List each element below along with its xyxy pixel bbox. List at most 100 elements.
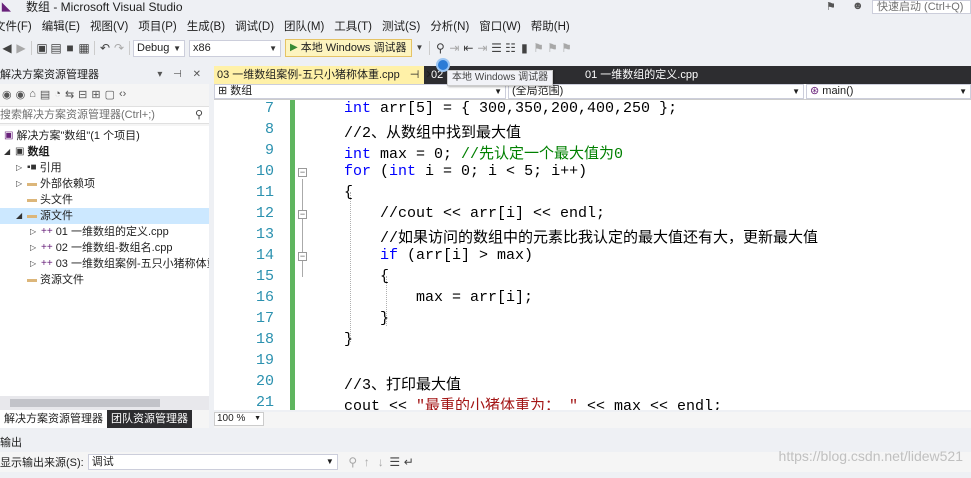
expanded-arrow-icon[interactable]: ◢ <box>4 144 12 160</box>
collapse-icon[interactable]: − <box>298 252 307 261</box>
menu-analyze[interactable]: 分析(N) <box>430 18 479 34</box>
back-icon[interactable]: ◀ <box>0 39 14 57</box>
output-source-select[interactable]: 调试 ▼ <box>87 454 338 470</box>
quick-launch-input[interactable]: 快速启动 (Ctrl+Q) <box>872 0 971 14</box>
properties-icon[interactable]: ⊞ <box>91 88 100 101</box>
menu-build[interactable]: 生成(B) <box>187 18 235 34</box>
search-icon[interactable]: ⚲ <box>195 107 203 123</box>
panel-buttons[interactable]: ▾ ⊣ ✕ <box>157 66 205 84</box>
chevron-down-icon: ▼ <box>325 457 334 466</box>
save-all-icon[interactable]: ▦ <box>77 39 91 57</box>
tree-item-resource-files[interactable]: ▬ 资源文件 <box>27 272 84 288</box>
tab-solution-explorer[interactable]: 解决方案资源管理器 <box>0 410 107 428</box>
notification-flag-icon[interactable]: ⚑ <box>826 0 836 13</box>
tree-item-file-01[interactable]: ▷ ++ 01 一维数组的定义.cpp <box>30 224 169 240</box>
pin-icon[interactable]: ⊣ <box>410 69 420 81</box>
prev-bookmark-icon[interactable]: ⚑ <box>531 39 545 57</box>
menu-tools[interactable]: 工具(T) <box>334 18 382 34</box>
collapsed-arrow-icon[interactable]: ▷ <box>30 224 38 240</box>
code-area[interactable]: − − − 7 int arr[5] = { 300,350,200,400,2… <box>214 100 971 410</box>
tree-item-external-deps[interactable]: ▷ ▬ 外部依赖项 <box>16 176 95 192</box>
word-wrap-icon[interactable]: ↵ <box>402 453 416 471</box>
tree-item-solution[interactable]: ▣ 解决方案"数组"(1 个项目) <box>4 128 140 144</box>
menu-test[interactable]: 测试(S) <box>382 18 430 34</box>
menu-window[interactable]: 窗口(W) <box>479 18 531 34</box>
menu-help[interactable]: 帮助(H) <box>531 18 580 34</box>
solution-search-input[interactable]: 搜索解决方案资源管理器(Ctrl+;) ⚲ <box>0 106 209 124</box>
pending-changes-icon[interactable]: ◔ <box>54 88 61 100</box>
show-all-icon[interactable]: ▢ <box>105 88 115 101</box>
chevron-down-icon: ▼ <box>959 87 967 96</box>
next-message-icon[interactable]: ↓ <box>374 453 388 471</box>
forward-icon[interactable]: ▶ <box>14 39 28 57</box>
home-icon[interactable]: ⌂ <box>29 88 36 100</box>
indent-icon[interactable]: ⇤ <box>461 39 475 57</box>
new-project-icon[interactable]: ▣ <box>35 39 49 57</box>
tree-item-file-03[interactable]: ▷ ++ 03 一维数组案例-五只小猪称体重 <box>30 256 218 272</box>
code-line-11: { <box>344 184 354 201</box>
account-icon[interactable]: ☻ <box>852 0 864 12</box>
save-icon[interactable]: ■ <box>63 39 77 57</box>
tree-item-references[interactable]: ▷ ▪■ 引用 <box>16 160 62 176</box>
references-icon: ▪■ <box>27 162 37 173</box>
menu-edit[interactable]: 编辑(E) <box>42 18 90 34</box>
code-line-12: //cout << arr[i] << endl; <box>380 205 606 222</box>
tab-file-03[interactable]: 03 一维数组案例-五只小猪称体重.cpp ⊣ ✕ <box>214 66 435 84</box>
bookmark-icon[interactable]: ▮ <box>517 39 531 57</box>
collapse-icon[interactable]: − <box>298 168 307 177</box>
switch-views-icon[interactable]: ▤ <box>40 88 50 101</box>
scrollbar-thumb[interactable] <box>10 399 160 407</box>
code-line-9: int max = 0; //先认定一个最大值为0 <box>344 146 624 163</box>
tab-file-01[interactable]: 01 一维数组的定义.cpp <box>582 66 742 84</box>
menu-file[interactable]: 文件(F) <box>0 18 42 34</box>
collapsed-arrow-icon[interactable]: ▷ <box>16 176 24 192</box>
uncomment-icon[interactable]: ☷ <box>503 39 517 57</box>
tab-team-explorer[interactable]: 团队资源管理器 <box>107 410 192 428</box>
undo-icon[interactable]: ↶ <box>98 39 112 57</box>
prev-message-icon[interactable]: ↑ <box>360 453 374 471</box>
solution-configuration-select[interactable]: Debug ▼ <box>133 39 185 57</box>
folder-icon: ▬ <box>27 178 37 189</box>
menu-team[interactable]: 团队(M) <box>284 18 334 34</box>
find-icon[interactable]: ⚲ <box>433 39 447 57</box>
project-icon: ▣ <box>15 146 25 157</box>
collapsed-arrow-icon[interactable]: ▷ <box>30 240 38 256</box>
editor-status-strip: 100 % ▼ <box>214 412 971 428</box>
step-icon[interactable]: ⇥ <box>447 39 461 57</box>
menu-project[interactable]: 项目(P) <box>138 18 186 34</box>
solution-explorer-header: 解决方案资源管理器 ▾ ⊣ ✕ <box>0 66 209 84</box>
tree-item-file-02[interactable]: ▷ ++ 02 一维数组-数组名.cpp <box>30 240 172 256</box>
find-message-icon[interactable]: ⚲ <box>346 453 360 471</box>
code-view-icon[interactable]: ‹› <box>119 88 126 100</box>
clear-all-icon[interactable]: ☰ <box>388 453 402 471</box>
sync-icon[interactable]: ⇆ <box>65 88 74 101</box>
project-icon: ⊞ <box>218 85 231 97</box>
tree-item-project[interactable]: ◢ ▣ 数组 <box>4 144 49 160</box>
project-select[interactable]: ⊞ 数组 ▼ <box>214 84 506 99</box>
collapsed-arrow-icon[interactable]: ▷ <box>30 256 38 272</box>
start-debugging-button[interactable]: ▶ 本地 Windows 调试器 <box>285 39 413 57</box>
comment-icon[interactable]: ☰ <box>489 39 503 57</box>
next-bookmark-icon[interactable]: ⚑ <box>545 39 559 57</box>
collapse-icon[interactable]: − <box>298 210 307 219</box>
collapse-all-icon[interactable]: ⊟ <box>78 88 87 101</box>
forward-icon[interactable]: ◉ <box>16 88 26 101</box>
run-dropdown-icon[interactable]: ▼ <box>412 39 426 57</box>
menu-view[interactable]: 视图(V) <box>90 18 138 34</box>
menu-debug[interactable]: 调试(D) <box>235 18 284 34</box>
tree-item-source-files[interactable]: ◢ ▬ 源文件 <box>0 208 209 224</box>
expanded-arrow-icon[interactable]: ◢ <box>16 208 24 224</box>
redo-icon[interactable]: ↷ <box>112 39 126 57</box>
member-select[interactable]: ⊛ main() ▼ <box>806 84 971 99</box>
clear-bookmarks-icon[interactable]: ⚑ <box>559 39 573 57</box>
line-number: 18 <box>255 331 274 348</box>
collapsed-arrow-icon[interactable]: ▷ <box>16 160 24 176</box>
outdent-icon[interactable]: ⇥ <box>475 39 489 57</box>
horizontal-scrollbar[interactable] <box>0 396 209 410</box>
back-icon[interactable]: ◉ <box>2 88 12 101</box>
open-file-icon[interactable]: ▤ <box>49 39 63 57</box>
solution-platform-select[interactable]: x86 ▼ <box>189 39 281 57</box>
zoom-select[interactable]: 100 % ▼ <box>214 412 264 426</box>
scope-select[interactable]: (全局范围) ▼ <box>508 84 804 99</box>
tree-item-header-files[interactable]: ▬ 头文件 <box>27 192 73 208</box>
